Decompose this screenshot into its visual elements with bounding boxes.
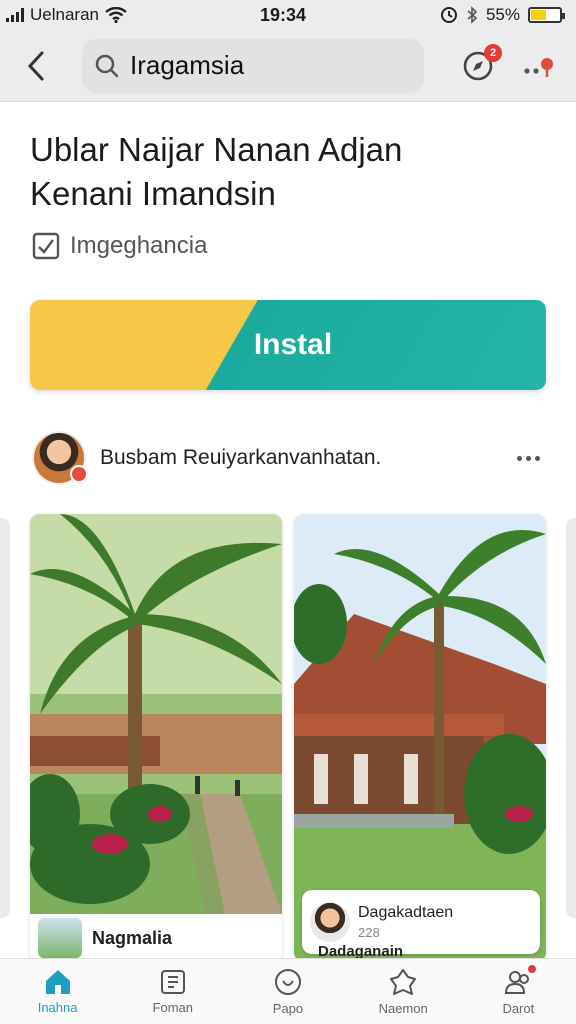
card-caption: Nagmalia bbox=[30, 914, 282, 962]
meta-row: Imgeghancia bbox=[32, 232, 207, 260]
photo-card[interactable]: Nagmalia bbox=[30, 514, 282, 962]
search-icon bbox=[95, 54, 119, 77]
image-carousel[interactable]: Nagmalia Dagakadtaen 228 Dadaganain bbox=[0, 512, 576, 962]
notification-badge: 2 bbox=[484, 43, 502, 62]
signal-icon bbox=[6, 8, 24, 22]
home-icon bbox=[45, 970, 70, 994]
checkbox-icon bbox=[32, 232, 60, 260]
overlay-text: Dagakadtaen 228 bbox=[358, 904, 453, 940]
app-bar: Iragamsia 2 bbox=[0, 30, 576, 102]
nav-item-foman[interactable]: Foman bbox=[123, 968, 223, 1015]
status-bar: Uelnaran 19:34 55% bbox=[0, 0, 576, 30]
shield-icon bbox=[390, 969, 417, 995]
carousel-edge-right bbox=[566, 518, 576, 918]
page-title: Ublar Naijar Nanan Adjan Kenani Imandsin bbox=[30, 128, 550, 216]
nav-item-home[interactable]: Inahna bbox=[8, 968, 108, 1015]
nav-item-naemon[interactable]: Naemon bbox=[353, 967, 453, 1016]
back-button[interactable] bbox=[18, 46, 54, 86]
nav-label-naemon: Naemon bbox=[378, 1001, 428, 1016]
title-line-2: Kenani Imandsin bbox=[30, 175, 276, 212]
overlay-avatar bbox=[310, 902, 350, 942]
avatar-badge bbox=[70, 465, 88, 483]
meta-label: Imgeghancia bbox=[70, 232, 208, 259]
install-label: Instal bbox=[253, 328, 333, 361]
share-dots-icon bbox=[524, 57, 553, 77]
bottom-nav: Inahna Foman Papo Naemon Darot bbox=[0, 958, 576, 1024]
search-query: Iragamsia bbox=[130, 50, 245, 80]
notifications-button[interactable]: 2 bbox=[460, 43, 502, 84]
author-row: Busbam Reuiyarkanvanhatan. bbox=[32, 430, 546, 486]
caption-thumbnail bbox=[38, 918, 82, 958]
battery-percent: 55% bbox=[485, 5, 520, 24]
search-input[interactable]: Iragamsia bbox=[82, 38, 424, 93]
nav-label-papo: Papo bbox=[272, 1001, 304, 1016]
overlay-card[interactable]: Dagakadtaen 228 Dadaganain bbox=[302, 890, 540, 960]
author-name[interactable]: Busbam Reuiyarkanvanhatan. bbox=[100, 446, 381, 470]
clock: 19:34 bbox=[260, 4, 307, 25]
document-icon bbox=[160, 970, 185, 994]
battery-icon bbox=[528, 7, 565, 23]
nav-item-darot[interactable]: Darot bbox=[468, 963, 568, 1016]
more-options-button[interactable] bbox=[511, 450, 546, 467]
nav-label-foman: Foman bbox=[152, 1000, 194, 1015]
bluetooth-icon bbox=[467, 6, 478, 24]
title-line-1: Ublar Naijar Nanan Adjan bbox=[30, 131, 403, 168]
status-right: 55% bbox=[440, 5, 565, 25]
battery-fill bbox=[531, 10, 546, 20]
status-left: Uelnaran bbox=[6, 5, 127, 25]
overlay-title: Dagakadtaen bbox=[358, 904, 454, 921]
nav-label-home: Inahna bbox=[37, 1000, 78, 1015]
alarm-icon bbox=[440, 7, 457, 23]
nav-item-papo[interactable]: Papo bbox=[238, 967, 338, 1016]
nav-badge bbox=[526, 963, 539, 975]
share-button[interactable] bbox=[522, 48, 558, 84]
install-button[interactable]: Instal bbox=[30, 300, 546, 390]
wifi-icon bbox=[105, 7, 127, 23]
carousel-edge-left bbox=[0, 518, 10, 918]
avatar[interactable] bbox=[32, 431, 88, 485]
carrier-name: Uelnaran bbox=[30, 5, 99, 24]
overlay-subtitle: 228 bbox=[358, 925, 380, 940]
compass-icon bbox=[274, 969, 301, 995]
tropical-garden-image bbox=[30, 514, 282, 914]
chevron-left-icon bbox=[27, 51, 44, 80]
card-caption-text: Nagmalia bbox=[92, 927, 173, 948]
app-bar-actions: 2 bbox=[460, 43, 558, 84]
nav-label-darot: Darot bbox=[502, 1001, 535, 1016]
photo-card[interactable]: Dagakadtaen 228 Dadaganain bbox=[294, 514, 546, 962]
